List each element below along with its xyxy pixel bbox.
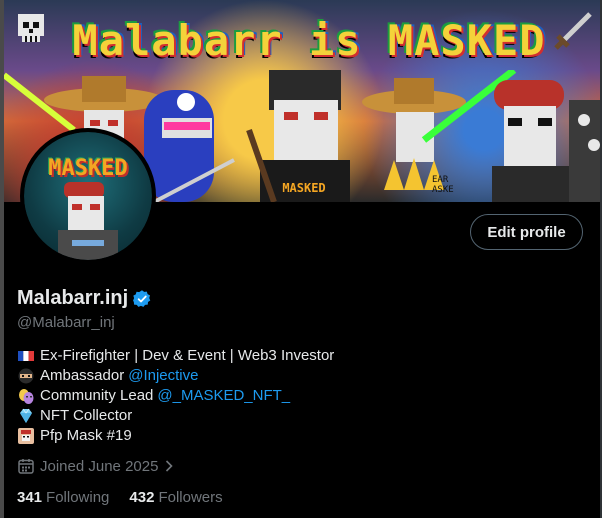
mention-link[interactable]: @Injective — [128, 366, 198, 386]
bio-line: Community Lead @_MASKED_NFT_ — [17, 386, 334, 406]
ninja-icon — [18, 368, 34, 384]
edit-profile-button[interactable]: Edit profile — [470, 214, 583, 250]
avatar-image: MASKED — [24, 132, 152, 260]
avatar-character — [58, 182, 118, 260]
calendar-icon — [18, 459, 34, 474]
joined-date[interactable]: Joined June 2025 — [17, 457, 176, 475]
follow-stats: 341 Following 432 Followers — [17, 489, 243, 506]
followers-link[interactable]: 432 Followers — [129, 489, 222, 506]
display-name: Malabarr.inj — [17, 287, 129, 309]
joined-text: Joined June 2025 — [40, 457, 159, 475]
bio-line: Ambassador @Injective — [17, 366, 334, 386]
bio-text: NFT Collector — [40, 407, 133, 424]
bio: Ex-Firefighter | Dev & Event | Web3 Inve… — [17, 346, 334, 446]
mention-link[interactable]: @_MASKED_NFT_ — [157, 386, 290, 406]
svg-text:MASKED: MASKED — [282, 181, 325, 195]
theater-masks-icon — [19, 389, 34, 404]
svg-text:ASKE: ASKE — [432, 185, 454, 195]
skull-icon — [18, 14, 44, 42]
following-label: Following — [46, 489, 110, 506]
following-count: 341 — [17, 489, 43, 506]
pfp-mask-icon — [18, 428, 34, 444]
bio-line: Ex-Firefighter | Dev & Event | Web3 Inve… — [17, 346, 334, 366]
sword-icon — [554, 12, 592, 50]
bio-text: Community Lead — [40, 387, 154, 404]
bio-text: Ambassador — [40, 367, 125, 384]
verified-badge-icon[interactable] — [132, 289, 152, 309]
bio-text: Pfp Mask #19 — [40, 427, 132, 444]
name-row: Malabarr.inj — [17, 287, 152, 310]
bio-line: Pfp Mask #19 — [17, 426, 334, 446]
bio-text: Ex-Firefighter | Dev & Event | Web3 Inve… — [40, 347, 335, 364]
followers-label: Followers — [158, 489, 223, 506]
bio-line: NFT Collector — [17, 406, 334, 426]
svg-text:EAR: EAR — [432, 175, 449, 185]
france-flag-icon — [18, 351, 34, 361]
avatar[interactable]: MASKED — [20, 128, 156, 264]
chevron-right-icon — [166, 460, 174, 472]
followers-count: 432 — [129, 489, 155, 506]
gem-icon — [20, 408, 32, 423]
profile-page: Malabarr is MASKED MASKED EAR ASKE MASKE… — [0, 0, 602, 518]
following-link[interactable]: 341 Following — [17, 489, 109, 506]
banner-title: Malabarr is MASKED — [72, 15, 546, 65]
user-handle: @Malabarr_inj — [17, 314, 115, 331]
